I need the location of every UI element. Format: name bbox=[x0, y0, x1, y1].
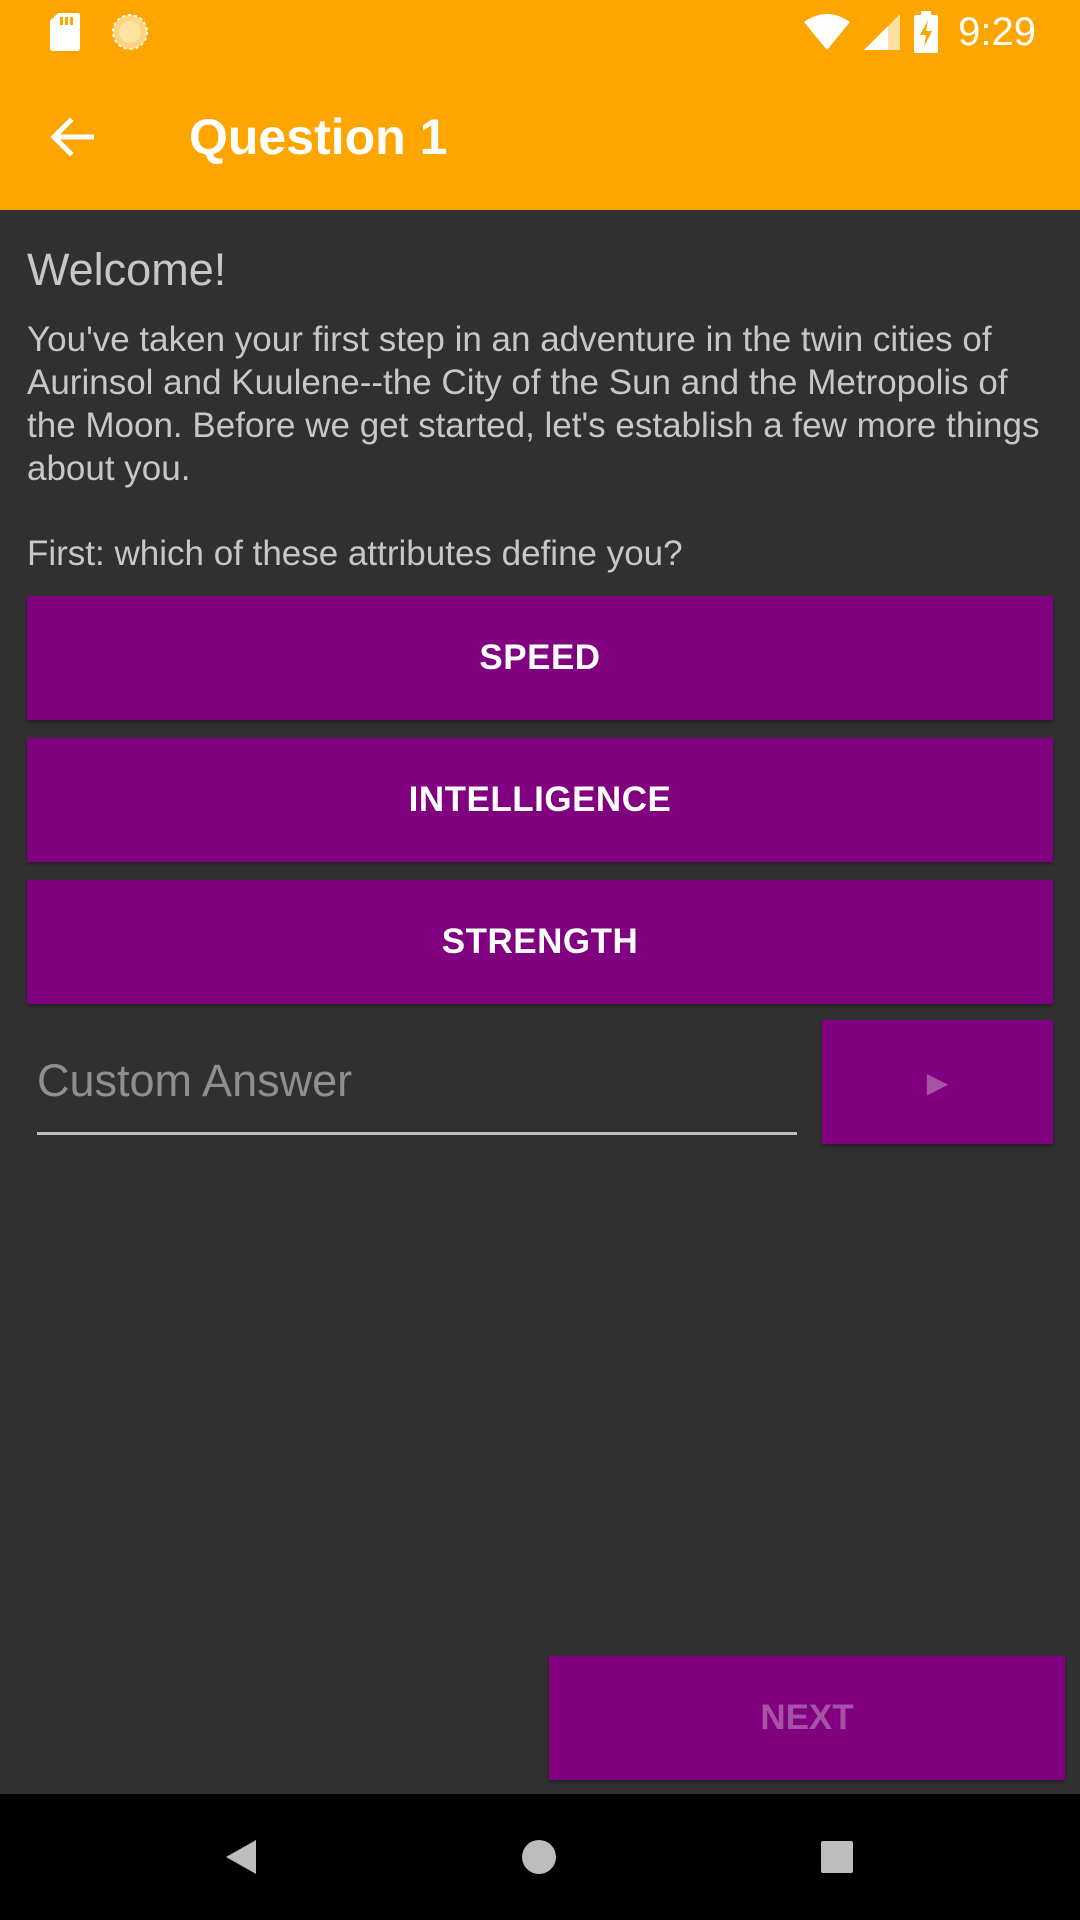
option-speed-button[interactable]: SPEED bbox=[27, 596, 1053, 720]
back-button[interactable] bbox=[36, 101, 108, 173]
nav-home-icon bbox=[522, 1840, 556, 1874]
welcome-heading: Welcome! bbox=[27, 244, 227, 295]
nav-home-button[interactable] bbox=[509, 1827, 569, 1887]
status-bar: 9:29 bbox=[0, 0, 1080, 63]
nav-back-button[interactable] bbox=[211, 1827, 271, 1887]
question-text: First: which of these attributes define … bbox=[27, 534, 683, 573]
status-time: 9:29 bbox=[958, 9, 1036, 54]
play-icon: ▶ bbox=[926, 1066, 949, 1098]
app-bar: Question 1 bbox=[0, 63, 1080, 210]
nav-back-icon bbox=[226, 1840, 256, 1874]
option-strength-button[interactable]: STRENGTH bbox=[27, 880, 1053, 1004]
arrow-left-icon bbox=[50, 117, 94, 157]
custom-answer-input[interactable] bbox=[37, 1046, 797, 1116]
nav-recents-icon bbox=[821, 1841, 853, 1873]
intro-text: You've taken your first step in an adven… bbox=[27, 320, 1040, 488]
sun-icon bbox=[110, 12, 150, 52]
sd-card-icon bbox=[50, 13, 80, 51]
option-intelligence-button[interactable]: INTELLIGENCE bbox=[27, 738, 1053, 862]
system-nav-bar bbox=[0, 1794, 1080, 1920]
wifi-icon bbox=[804, 14, 851, 50]
submit-custom-answer-button[interactable]: ▶ bbox=[822, 1020, 1053, 1144]
next-button[interactable]: NEXT bbox=[549, 1656, 1065, 1780]
status-right-icons: 9:29 bbox=[804, 8, 1036, 56]
signal-icon bbox=[864, 14, 901, 50]
custom-answer-field bbox=[37, 1032, 797, 1135]
page-title: Question 1 bbox=[189, 109, 448, 165]
nav-recents-button[interactable] bbox=[807, 1827, 867, 1887]
status-left-icons bbox=[50, 12, 150, 52]
battery-charging-icon bbox=[914, 11, 939, 53]
